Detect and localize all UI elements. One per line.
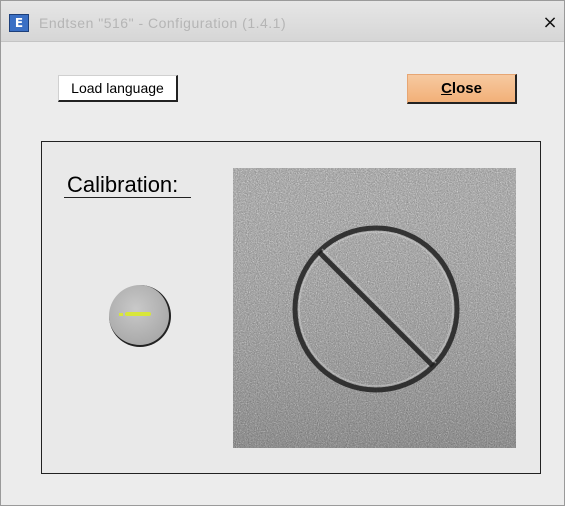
title-bar[interactable]: E Endtsen "516" - Configuration (1.4.1) … [1, 1, 564, 42]
knob-indicator-dot [119, 313, 123, 316]
close-button-label: lose [451, 80, 482, 97]
calibration-panel: Calibration: [41, 141, 541, 474]
app-icon: E [9, 14, 29, 32]
close-icon[interactable]: × [540, 13, 560, 33]
calibration-knob[interactable] [109, 285, 171, 347]
calibration-label: Calibration: [67, 172, 179, 197]
knob-indicator [125, 312, 151, 316]
close-button[interactable]: Close [407, 74, 517, 104]
window-title: Endtsen "516" - Configuration (1.4.1) [39, 15, 287, 31]
configuration-window: E Endtsen "516" - Configuration (1.4.1) … [0, 0, 565, 506]
close-button-mnemonic: C [441, 80, 452, 97]
calibration-underline [64, 197, 191, 198]
no-entry-sign-icon [233, 168, 516, 448]
calibration-image [233, 168, 516, 448]
load-language-button[interactable]: Load language [58, 75, 178, 102]
